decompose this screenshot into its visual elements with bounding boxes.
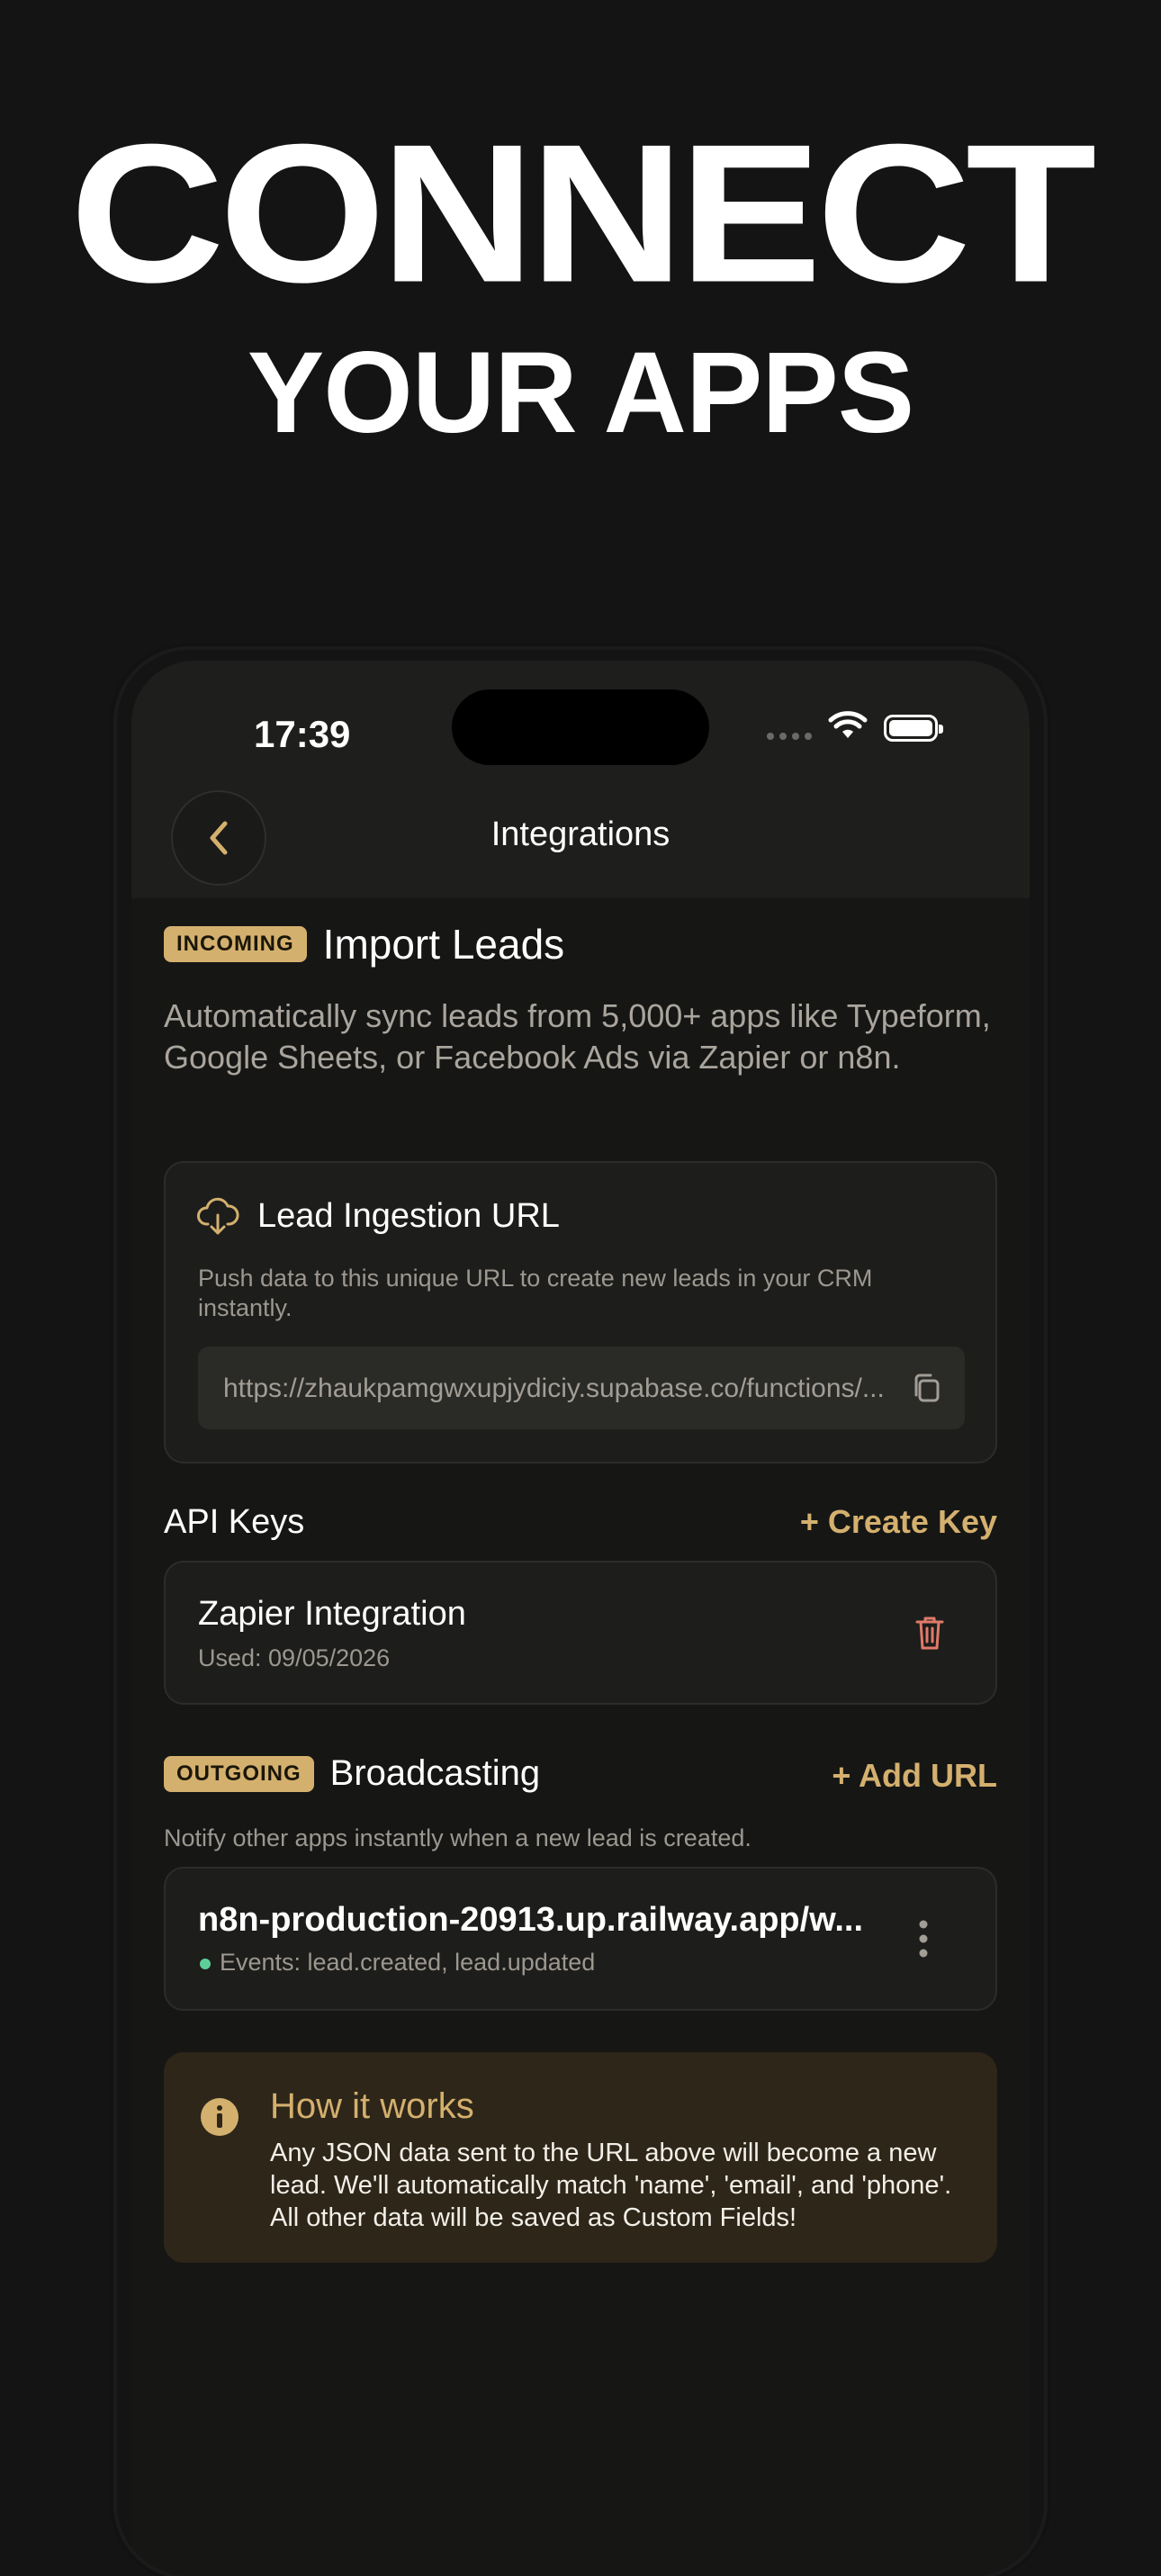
cloud-download-icon — [197, 1197, 239, 1235]
ingestion-title: Lead Ingestion URL — [257, 1197, 560, 1235]
info-icon — [201, 2098, 238, 2136]
how-it-works-title: How it works — [270, 2086, 474, 2126]
incoming-title: Import Leads — [322, 921, 565, 968]
webhook-row[interactable]: n8n-production-20913.up.railway.app/w...… — [164, 1867, 997, 2011]
outgoing-description: Notify other apps instantly when a new l… — [164, 1824, 752, 1851]
create-key-button[interactable]: + Create Key — [800, 1503, 997, 1541]
incoming-description: Automatically sync leads from 5,000+ app… — [164, 997, 991, 1076]
hero-title: CONNECT — [69, 104, 1097, 324]
how-it-works-card: How it works Any JSON data sent to the U… — [164, 2052, 997, 2263]
outgoing-header: OUTGOING Broadcasting — [164, 1753, 540, 1794]
webhook-events: Events: lead.created, lead.updated — [220, 1949, 596, 1976]
app-screen: 17:39 Integrations INCOMING Import Leads — [131, 661, 1030, 2576]
top-bar: 17:39 Integrations — [131, 661, 1030, 898]
api-key-name: Zapier Integration — [198, 1595, 466, 1633]
hero-subtitle: YOUR APPS — [247, 329, 914, 457]
trash-icon[interactable] — [914, 1615, 945, 1651]
ingestion-description: Push data to this unique URL to create n… — [198, 1265, 873, 1321]
page-title: Integrations — [490, 815, 670, 853]
signal-icon — [767, 733, 812, 740]
active-status-dot — [200, 1959, 211, 1969]
webhook-url: n8n-production-20913.up.railway.app/w... — [198, 1901, 864, 1939]
battery-icon — [884, 715, 943, 742]
dynamic-island — [452, 689, 709, 765]
ingestion-card: Lead Ingestion URL Push data to this uni… — [164, 1161, 997, 1464]
api-key-row[interactable]: Zapier Integration Used: 09/05/2026 — [164, 1561, 997, 1705]
wifi-icon — [828, 711, 868, 738]
add-url-button[interactable]: + Add URL — [832, 1757, 997, 1795]
incoming-header: INCOMING Import Leads — [164, 920, 564, 968]
api-keys-title: API Keys — [164, 1503, 305, 1541]
incoming-badge: INCOMING — [164, 926, 307, 962]
phone-frame: 17:39 Integrations INCOMING Import Leads — [117, 650, 1044, 2576]
ingestion-url-field[interactable]: https://zhaukpamgwxupjydiciy.supabase.co… — [198, 1347, 965, 1429]
outgoing-badge: OUTGOING — [164, 1755, 314, 1792]
outgoing-title: Broadcasting — [329, 1753, 541, 1793]
api-key-used: Used: 09/05/2026 — [198, 1644, 391, 1671]
more-vertical-icon[interactable] — [918, 1919, 929, 1959]
how-it-works-body: Any JSON data sent to the URL above will… — [270, 2139, 952, 2232]
copy-icon[interactable] — [911, 1372, 941, 1404]
status-time: 17:39 — [254, 713, 351, 755]
ingestion-url-text: https://zhaukpamgwxupjydiciy.supabase.co… — [223, 1374, 885, 1403]
